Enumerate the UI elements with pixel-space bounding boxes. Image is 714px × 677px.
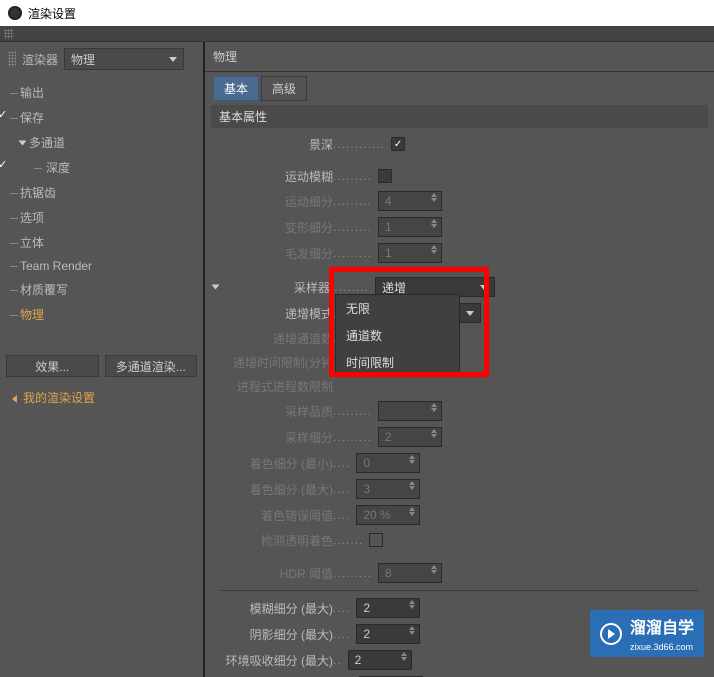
blur-max-spinner[interactable]: 2 (356, 598, 420, 618)
my-settings-label: 我的渲染设置 (23, 389, 95, 406)
panel-title: 物理 (205, 42, 714, 72)
settings-tree: 输出 保存 多通道 深度 抗锯齿 选项 立体 Team Render 材质覆写 … (0, 76, 203, 349)
shadow-max-spinner[interactable]: 2 (356, 624, 420, 644)
label: 采样细分 (213, 429, 333, 446)
chevron-down-icon (169, 57, 177, 62)
play-icon (600, 623, 622, 645)
tree-item-output[interactable]: 输出 (2, 80, 201, 105)
prop-progressive-thread: 进程式进程数限制 (213, 374, 706, 398)
motion-blur-checkbox[interactable] (378, 169, 392, 183)
tree-item-options[interactable]: 选项 (2, 205, 201, 230)
tab-basic[interactable]: 基本 (213, 76, 259, 101)
dof-checkbox[interactable]: ✓ (391, 137, 405, 151)
watermark-sub: zixue.3d66.com (630, 642, 693, 652)
hdr-threshold-spinner[interactable]: 8 (378, 563, 442, 583)
tree-item-save[interactable]: 保存 (2, 105, 201, 130)
prop-depth-of-field: 景深 ............ ✓ (213, 132, 706, 156)
prop-motion-subdiv: 运动细分 ......... 4 (213, 188, 706, 214)
tab-advanced[interactable]: 高级 (261, 76, 307, 101)
shader-max-spinner[interactable]: 3 (356, 479, 420, 499)
chevron-down-icon (480, 285, 488, 290)
renderer-dropdown[interactable]: 物理 (64, 48, 184, 70)
label: 着色错误阈值 (213, 507, 333, 524)
tree-item-stereo[interactable]: 立体 (2, 230, 201, 255)
label: 检测透明着色 (213, 532, 333, 549)
label: 着色细分 (最大) (213, 481, 333, 498)
label: HDR 阈值 (213, 565, 333, 582)
prop-detect-trans: 检测透明着色 ....... (213, 528, 706, 552)
prop-motion-blur: 运动模糊 ......... (213, 164, 706, 188)
prop-shader-min: 着色细分 (最小) .... 0 (213, 450, 706, 476)
tree-item-multipass[interactable]: 多通道 (2, 130, 201, 155)
label: 采样器 (224, 279, 330, 296)
grip-icon (4, 29, 14, 39)
sample-subdiv-spinner[interactable]: 2 (378, 427, 442, 447)
chevron-left-icon (12, 395, 17, 403)
label: 着色细分 (最小) (213, 455, 333, 472)
label: 运动细分 (213, 193, 333, 210)
prop-sss-max: 次表面散射细分（最大） 2 (213, 673, 706, 677)
shader-min-spinner[interactable]: 0 (356, 453, 420, 473)
watermark-text: 溜溜自学 (630, 620, 694, 637)
detect-trans-checkbox[interactable] (369, 533, 383, 547)
prop-shader-max: 着色细分 (最大) .... 3 (213, 476, 706, 502)
label: 变形细分 (213, 219, 333, 236)
window-title: 渲染设置 (28, 5, 76, 22)
renderer-row: 渲染器 物理 (0, 42, 203, 76)
label: 景深 (213, 136, 333, 153)
dropdown-option-unlimited[interactable]: 无限 (336, 295, 459, 322)
tree-item-teamrender[interactable]: Team Render (2, 255, 201, 277)
ao-max-spinner[interactable]: 2 (348, 650, 412, 670)
menu-bar (0, 26, 714, 42)
app-icon (8, 6, 22, 20)
tree-item-antialias[interactable]: 抗锯齿 (2, 180, 201, 205)
prop-sample-subdiv: 采样细分 ......... 2 (213, 424, 706, 450)
chevron-down-icon (19, 140, 27, 145)
renderer-label: 渲染器 (22, 51, 58, 68)
divider (221, 590, 698, 591)
sample-quality-spinner[interactable] (378, 401, 442, 421)
title-bar: 渲染设置 (0, 0, 714, 26)
label: 进程式进程数限制 (213, 378, 333, 395)
motion-subdiv-spinner[interactable]: 4 (378, 191, 442, 211)
effect-button[interactable]: 效果... (6, 355, 99, 377)
hair-subdiv-spinner[interactable]: 1 (378, 243, 442, 263)
progressive-mode-dropdown-menu[interactable]: 无限 通道数 时间限制 (335, 294, 460, 377)
prop-sample-quality: 采样品质 ......... (213, 398, 706, 424)
label: 递增通道数 (213, 330, 333, 347)
prop-hair-subdiv: 毛发细分 ......... 1 (213, 240, 706, 266)
prop-shader-threshold: 着色错误阈值 .... 20 % (213, 502, 706, 528)
shader-threshold-spinner[interactable]: 20 % (356, 505, 420, 525)
deform-subdiv-spinner[interactable]: 1 (378, 217, 442, 237)
prop-deform-subdiv: 变形细分 ......... 1 (213, 214, 706, 240)
chevron-down-icon (466, 311, 474, 316)
grip-icon (8, 51, 16, 67)
left-panel: 渲染器 物理 输出 保存 多通道 深度 抗锯齿 选项 立体 Team Rende… (0, 42, 205, 677)
button-row: 效果... 多通道渲染... (0, 349, 203, 383)
label: 运动模糊 (213, 168, 333, 185)
renderer-value: 物理 (71, 51, 95, 68)
tree-item-physical[interactable]: 物理 (2, 302, 201, 327)
prop-hdr-threshold: HDR 阈值 ......... 8 (213, 560, 706, 586)
tab-row: 基本 高级 (205, 72, 714, 103)
chevron-down-icon[interactable] (212, 285, 220, 290)
watermark: 溜溜自学 zixue.3d66.com (590, 610, 704, 657)
my-render-settings[interactable]: 我的渲染设置 (0, 383, 203, 412)
tree-item-depth[interactable]: 深度 (2, 155, 201, 180)
multipass-render-button[interactable]: 多通道渲染... (105, 355, 198, 377)
label: 阴影细分 (最大) (213, 626, 333, 643)
label: 环境吸收细分 (最大) (213, 652, 333, 669)
label: 模糊细分 (最大) (213, 600, 333, 617)
dropdown-option-time[interactable]: 时间限制 (336, 349, 459, 376)
label: 采样品质 (213, 403, 333, 420)
dropdown-option-passes[interactable]: 通道数 (336, 322, 459, 349)
tree-item-material-override[interactable]: 材质覆写 (2, 277, 201, 302)
label: 递增模式 (213, 305, 333, 322)
label: 毛发细分 (213, 245, 333, 262)
label: 递增时间限制(分钟 (213, 354, 333, 371)
props: 景深 ............ ✓ 运动模糊 ......... 运动细分 ..… (205, 130, 714, 677)
section-basic-props: 基本属性 (211, 105, 708, 128)
